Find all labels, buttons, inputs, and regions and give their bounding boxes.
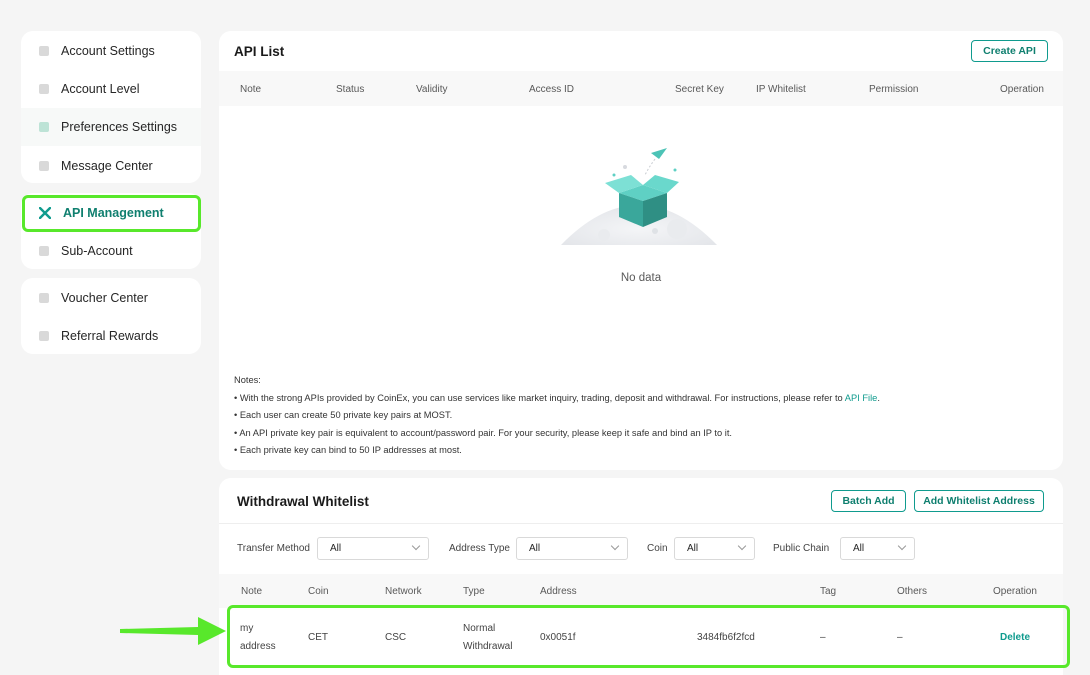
- api-notes: Notes: • With the strong APIs provided b…: [234, 372, 880, 460]
- withdrawal-whitelist-card: Withdrawal Whitelist Batch Add Add White…: [219, 478, 1063, 675]
- select-value: All: [853, 543, 865, 554]
- row-tag: –: [820, 632, 826, 643]
- sub-account-icon: [39, 246, 49, 256]
- sidebar-item-label: Referral Rewards: [61, 329, 159, 343]
- voucher-icon: [39, 293, 49, 303]
- address-type-label: Address Type: [449, 543, 510, 554]
- col-note: Note: [240, 84, 262, 95]
- row-others: –: [897, 632, 903, 643]
- row-note: my: [240, 623, 254, 634]
- sidebar-item-account-settings[interactable]: Account Settings: [21, 32, 201, 70]
- sidebar-item-account-level[interactable]: Account Level: [21, 70, 201, 108]
- note-text: • With the strong APIs provided by CoinE…: [234, 392, 845, 403]
- api-icon: [38, 206, 52, 220]
- user-icon: [39, 46, 49, 56]
- note-line: • An API private key pair is equivalent …: [234, 427, 732, 438]
- col-secret-key: Secret Key: [675, 84, 724, 95]
- col-operation: Operation: [993, 586, 1037, 597]
- sidebar-group-account: Account Settings Account Level Preferenc…: [21, 31, 201, 183]
- sidebar-item-api-management[interactable]: API Management: [21, 194, 201, 232]
- coin-select[interactable]: All: [674, 537, 755, 560]
- divider: [219, 523, 1063, 524]
- api-file-link[interactable]: API File: [845, 393, 878, 403]
- public-chain-label: Public Chain: [773, 543, 830, 554]
- referral-icon: [39, 331, 49, 341]
- coin-label: Coin: [647, 543, 668, 554]
- preferences-icon: [39, 122, 49, 132]
- transfer-method-select[interactable]: All: [317, 537, 429, 560]
- chevron-down-icon: [411, 541, 421, 551]
- row-address-end: 3484fb6f2fcd: [697, 632, 755, 643]
- sidebar-item-message-center[interactable]: Message Center: [21, 147, 201, 185]
- col-ip-whitelist: IP Whitelist: [756, 84, 806, 95]
- col-address: Address: [540, 586, 577, 597]
- col-coin: Coin: [308, 586, 329, 597]
- row-note: address: [240, 641, 276, 652]
- note-line: • Each private key can bind to 50 IP add…: [234, 445, 462, 455]
- batch-add-button[interactable]: Batch Add: [831, 490, 906, 512]
- empty-box-illustration: [561, 148, 717, 245]
- empty-state-text: No data: [620, 272, 662, 284]
- col-status: Status: [336, 84, 365, 95]
- note-line: • Each user can create 50 private key pa…: [234, 410, 453, 420]
- sidebar-item-label: Preferences Settings: [61, 120, 178, 134]
- notes-heading: Notes:: [234, 375, 261, 385]
- col-type: Type: [463, 586, 485, 597]
- whitelist-table-header: Note Coin Network Type Address Tag Other…: [219, 574, 1063, 608]
- level-icon: [39, 84, 49, 94]
- sidebar-item-label: API Management: [63, 206, 164, 220]
- sidebar-item-label: Voucher Center: [61, 291, 148, 305]
- select-value: All: [687, 543, 699, 554]
- whitelist-title: Withdrawal Whitelist: [237, 494, 369, 509]
- sidebar-item-label: Sub-Account: [61, 244, 133, 258]
- select-value: All: [529, 543, 541, 554]
- sidebar-group-rewards: Voucher Center Referral Rewards: [21, 278, 201, 354]
- sidebar-item-label: Account Settings: [61, 44, 155, 58]
- public-chain-select[interactable]: All: [840, 537, 915, 560]
- arrow-icon: [120, 617, 226, 645]
- col-tag: Tag: [820, 586, 837, 597]
- address-type-select[interactable]: All: [516, 537, 628, 560]
- col-access-id: Access ID: [529, 84, 575, 95]
- create-api-button[interactable]: Create API: [971, 40, 1048, 62]
- row-type: Withdrawal: [463, 641, 513, 652]
- chevron-down-icon: [897, 541, 907, 551]
- note-line: • With the strong APIs provided by CoinE…: [234, 390, 880, 408]
- col-permission: Permission: [869, 84, 919, 95]
- sidebar-item-label: Account Level: [61, 82, 140, 96]
- add-whitelist-address-button[interactable]: Add Whitelist Address: [914, 490, 1044, 512]
- row-address-start: 0x0051f: [540, 632, 576, 643]
- col-network: Network: [385, 586, 422, 597]
- sidebar-group-api: API Management Sub-Account: [21, 193, 201, 269]
- row-coin: CET: [308, 632, 328, 643]
- sidebar-item-sub-account[interactable]: Sub-Account: [21, 232, 201, 270]
- delete-button[interactable]: Delete: [1000, 632, 1030, 643]
- chevron-down-icon: [610, 541, 620, 551]
- transfer-method-label: Transfer Method: [237, 543, 310, 554]
- api-list-title: API List: [234, 44, 285, 59]
- col-note: Note: [241, 586, 263, 597]
- sidebar-item-label: Message Center: [61, 159, 153, 173]
- select-value: All: [330, 543, 342, 554]
- row-type: Normal: [463, 623, 496, 634]
- chevron-down-icon: [737, 541, 747, 551]
- sidebar-item-preferences-settings[interactable]: Preferences Settings: [21, 108, 201, 146]
- col-validity: Validity: [416, 84, 448, 95]
- message-icon: [39, 161, 49, 171]
- col-others: Others: [897, 586, 928, 597]
- sidebar-item-voucher-center[interactable]: Voucher Center: [21, 279, 201, 317]
- sidebar-item-referral-rewards[interactable]: Referral Rewards: [21, 317, 201, 355]
- api-list-card: API List Create API Note Status Validity…: [219, 31, 1063, 470]
- row-network: CSC: [385, 632, 407, 643]
- api-table-header: Note Status Validity Access ID Secret Ke…: [219, 71, 1063, 106]
- table-row: my address CET CSC Normal Withdrawal 0x0…: [219, 608, 1063, 668]
- col-operation: Operation: [1000, 84, 1044, 95]
- note-suffix: .: [877, 392, 880, 403]
